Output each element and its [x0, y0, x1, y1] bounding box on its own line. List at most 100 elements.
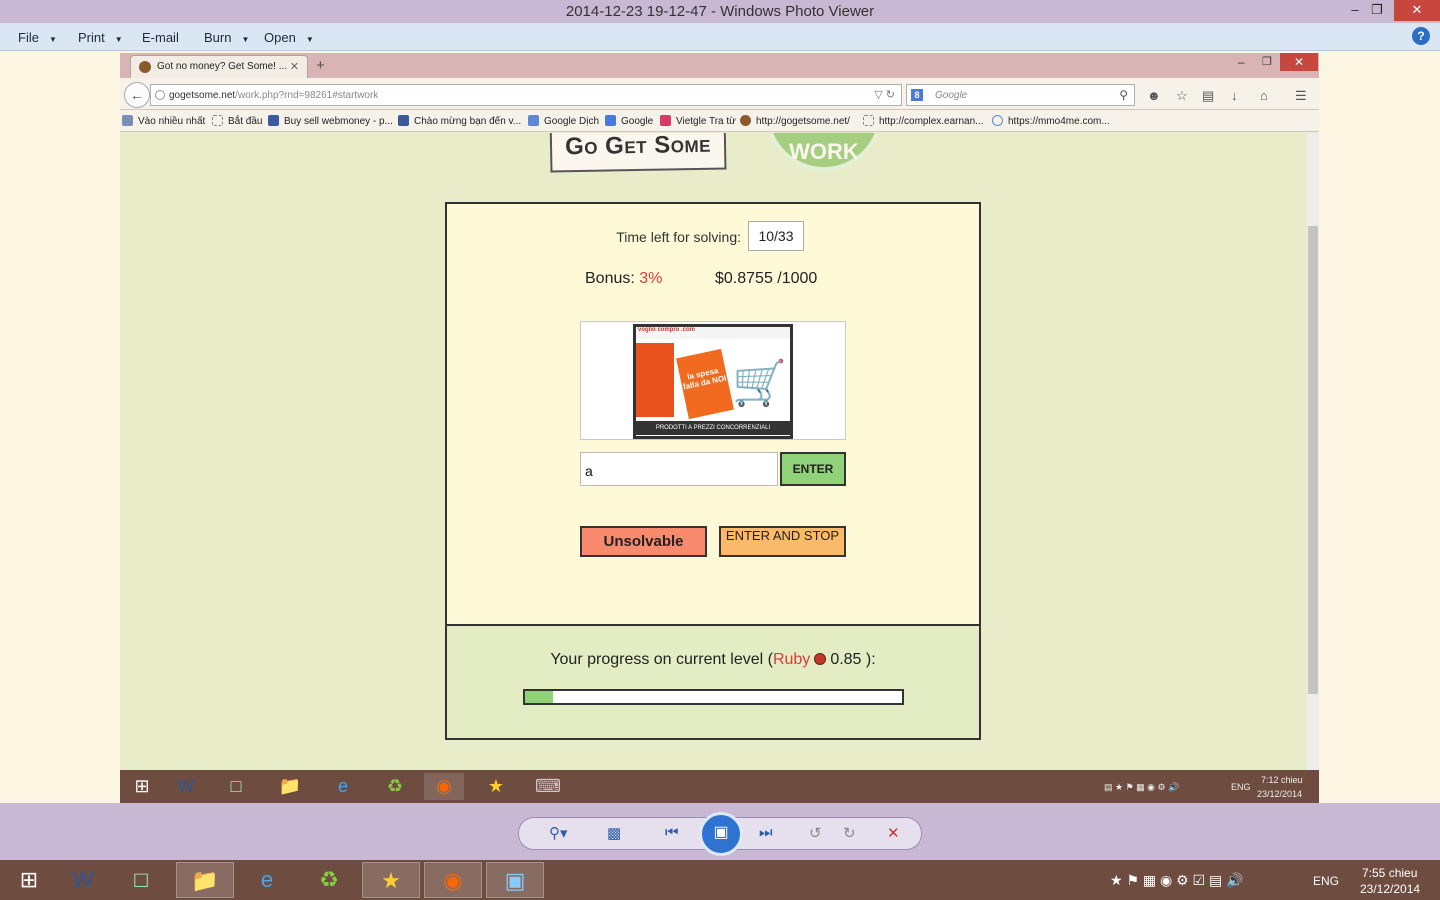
- site-logo[interactable]: Go Get Some: [549, 133, 727, 173]
- bookmark-label: Bắt đầu: [228, 116, 263, 127]
- start-icon[interactable]: ⊞: [122, 773, 162, 800]
- bookmark-item[interactable]: Google: [605, 115, 653, 127]
- rotate-left-icon[interactable]: ↺: [809, 824, 822, 842]
- search-bar[interactable]: 8 Google ⚲: [906, 84, 1135, 106]
- bookmark-icon: [863, 115, 874, 126]
- menu-file-label: File: [18, 30, 39, 45]
- menu-print-label: Print: [78, 30, 105, 45]
- star-app-icon[interactable]: ★: [362, 862, 420, 898]
- menu-burn[interactable]: Burn ▼: [204, 30, 249, 45]
- progress-bar: [523, 689, 904, 705]
- os-taskbar: ⊞ W □ 📁 e ♻ ★ ◉ ▣ ★ ⚑ ▦ ◉ ⚙ ☑ ▤ 🔊 ENG 7:…: [0, 860, 1440, 900]
- enter-button[interactable]: ENTER: [780, 452, 846, 486]
- bookmark-item[interactable]: Google Dịch: [528, 115, 599, 127]
- app-icon[interactable]: □: [216, 773, 256, 800]
- menu-open[interactable]: Open ▼: [264, 30, 314, 45]
- ie-icon[interactable]: e: [323, 773, 363, 800]
- star-app-icon[interactable]: ★: [476, 773, 516, 800]
- bookmark-item[interactable]: http://gogetsome.net/: [740, 115, 850, 127]
- inner-clock-date[interactable]: 23/12/2014: [1257, 789, 1302, 799]
- reload-icon[interactable]: ▽ ↻: [874, 88, 895, 101]
- bookmark-item[interactable]: https://mmo4me.com...: [992, 115, 1110, 127]
- previous-icon[interactable]: ⏮: [665, 824, 679, 841]
- next-icon[interactable]: ⏭: [759, 824, 773, 841]
- system-tray: ★ ⚑ ▦ ◉ ⚙ ☑ ▤ 🔊 ENG 7:55 chieu 23/12/201…: [1110, 860, 1440, 900]
- ie-icon[interactable]: e: [238, 862, 296, 898]
- menu-icon[interactable]: ☰: [1295, 88, 1307, 104]
- scroll-thumb[interactable]: [1308, 226, 1318, 694]
- app-icon[interactable]: □: [112, 862, 170, 898]
- sync-icon[interactable]: ☻: [1147, 88, 1161, 103]
- firefox-icon[interactable]: ◉: [424, 862, 482, 898]
- bookmark-item[interactable]: Buy sell webmoney - p...: [268, 115, 393, 127]
- browser-tab[interactable]: Got no money? Get Some! ... ✕: [130, 55, 308, 78]
- clock-date[interactable]: 23/12/2014: [1360, 882, 1420, 896]
- url-bar[interactable]: gogetsome.net/work.php?rnd=98261#startwo…: [150, 84, 902, 106]
- restore-button[interactable]: ❐: [1362, 0, 1392, 21]
- menu-burn-label: Burn: [204, 30, 232, 45]
- chevron-down-icon: ▼: [114, 35, 123, 44]
- browser-restore-button[interactable]: ❐: [1262, 55, 1272, 68]
- inner-clock-time[interactable]: 7:12 chieu: [1261, 775, 1303, 785]
- reading-list-icon[interactable]: ▤: [1202, 88, 1214, 104]
- bookmark-item[interactable]: Bắt đầu: [212, 115, 262, 127]
- start-icon[interactable]: ⊞: [0, 862, 58, 898]
- search-icon[interactable]: ⚲: [1119, 88, 1128, 102]
- download-icon[interactable]: ↓: [1231, 88, 1238, 103]
- menu-print[interactable]: Print ▼: [78, 30, 123, 45]
- browser-navbar: ← gogetsome.net/work.php?rnd=98261#start…: [120, 78, 1319, 110]
- captcha-answer-input[interactable]: a: [580, 452, 778, 486]
- actual-size-icon[interactable]: ▩: [607, 824, 621, 842]
- slideshow-button[interactable]: ▣: [699, 812, 743, 856]
- new-tab-button[interactable]: +: [316, 57, 325, 74]
- bookmark-star-icon[interactable]: ☆: [1176, 88, 1188, 104]
- time-left-label: Time left for solving:: [616, 229, 741, 245]
- web-page: Go Get Some WORK Time left for solving: …: [120, 133, 1307, 770]
- menu-file[interactable]: File ▼: [18, 30, 57, 45]
- shopping-bag-icon: la spesa falla da NOI: [676, 348, 734, 420]
- menu-email[interactable]: E-mail: [142, 30, 179, 45]
- browser-tabstrip: Got no money? Get Some! ... ✕ + – ❐ ✕: [120, 53, 1319, 78]
- folder-icon[interactable]: 📁: [176, 862, 234, 898]
- tab-title: Got no money? Get Some! ...: [157, 61, 288, 72]
- keyboard-icon[interactable]: ⌨: [528, 773, 568, 800]
- facebook-icon: [398, 115, 409, 126]
- word-icon[interactable]: W: [166, 773, 206, 800]
- close-button[interactable]: ✕: [1394, 0, 1440, 21]
- work-badge-label: WORK: [789, 139, 859, 164]
- folder-icon[interactable]: 📁: [270, 773, 310, 800]
- enter-and-stop-button[interactable]: ENTER AND STOP: [719, 526, 846, 557]
- lang-indicator[interactable]: ENG: [1313, 874, 1339, 888]
- help-icon[interactable]: ?: [1412, 27, 1430, 45]
- app-icon[interactable]: ♻: [300, 862, 358, 898]
- zoom-icon[interactable]: ⚲▾: [549, 824, 568, 842]
- photo-viewer-menubar: File ▼ Print ▼ E-mail Burn ▼ Open ▼ ?: [0, 23, 1440, 51]
- word-icon[interactable]: W: [54, 862, 112, 898]
- bookmark-item[interactable]: http://complex.earnan...: [863, 115, 984, 127]
- browser-close-button[interactable]: ✕: [1280, 53, 1318, 71]
- bookmark-item[interactable]: Vietgle Tra từ: [660, 115, 736, 127]
- bookmark-item[interactable]: Vào nhiều nhất: [122, 115, 205, 127]
- back-button[interactable]: ←: [124, 82, 150, 108]
- photo-viewer-icon[interactable]: ▣: [486, 862, 544, 898]
- level-value: 0.85: [830, 651, 862, 668]
- tray-icons[interactable]: ★ ⚑ ▦ ◉ ⚙ ☑ ▤ 🔊: [1110, 872, 1244, 889]
- close-tab-icon[interactable]: ✕: [290, 60, 299, 73]
- inner-lang-indicator[interactable]: ENG: [1231, 782, 1251, 792]
- rate-display: $0.8755 /1000: [715, 270, 818, 287]
- delete-icon[interactable]: ✕: [887, 824, 900, 842]
- bookmark-label: Chào mừng bạn đến v...: [414, 116, 522, 127]
- bookmark-item[interactable]: Chào mừng bạn đến v...: [398, 115, 521, 127]
- app-icon[interactable]: ♻: [375, 773, 415, 800]
- unsolvable-button[interactable]: Unsolvable: [580, 526, 707, 557]
- progress-prefix: Your progress on current level (: [550, 651, 773, 668]
- home-icon[interactable]: ⌂: [1260, 88, 1268, 103]
- clock-time[interactable]: 7:55 chieu: [1362, 866, 1417, 880]
- page-scrollbar[interactable]: [1307, 133, 1319, 770]
- firefox-icon[interactable]: ◉: [424, 773, 464, 800]
- tray-icons[interactable]: ▤ ★ ⚑ ▦ ◉ ⚙ 🔊: [1104, 782, 1179, 793]
- captcha-image: voglio compro .com la spesa falla da NOI…: [633, 324, 793, 439]
- bookmark-label: http://gogetsome.net/: [756, 116, 850, 127]
- rotate-right-icon[interactable]: ↻: [843, 824, 856, 842]
- browser-minimize-button[interactable]: –: [1238, 55, 1245, 69]
